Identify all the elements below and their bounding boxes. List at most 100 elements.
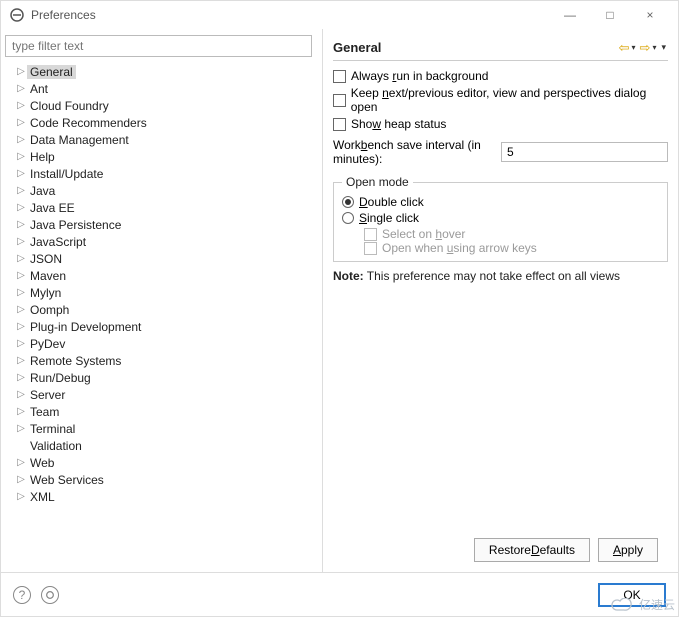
expand-icon[interactable]: ▷ [15,134,27,145]
restore-defaults-button[interactable]: Restore Defaults [474,538,590,562]
tree-item[interactable]: ▷Plug-in Development [7,318,318,335]
expand-icon[interactable]: ▷ [15,219,27,230]
expand-icon[interactable]: ▷ [15,83,27,94]
expand-icon[interactable]: ▷ [15,491,27,502]
run-in-background-checkbox[interactable]: Always run in background [333,69,668,83]
tree-item-label: Help [27,150,58,164]
preference-page: General ⇦ ▾ ⇨ ▾ ▾ Always run in backgrou… [323,29,678,572]
expand-icon[interactable]: ▷ [15,423,27,434]
tree-item-label: Plug-in Development [27,320,144,334]
apply-button[interactable]: Apply [598,538,658,562]
tree-item[interactable]: ▷Terminal [7,420,318,437]
tree-item[interactable]: ▷Maven [7,267,318,284]
forward-icon[interactable]: ⇨ [639,40,652,56]
ok-button[interactable]: OK [598,583,666,607]
tree-item-label: Cloud Foundry [27,99,112,113]
tree-item[interactable]: ▷Java [7,182,318,199]
tree-item-label: Java [27,184,58,198]
keep-dialog-open-checkbox[interactable]: Keep next/previous editor, view and pers… [333,86,668,114]
expand-icon[interactable]: ▷ [15,202,27,213]
tree-item-label: JSON [27,252,65,266]
expand-icon[interactable]: ▷ [15,168,27,179]
minimize-button[interactable]: — [550,1,590,29]
tree-item[interactable]: ▷Java Persistence [7,216,318,233]
tree-item-label: Oomph [27,303,72,317]
forward-menu-icon[interactable]: ▾ [651,43,659,52]
tree-item-label: PyDev [27,337,68,351]
page-title: General [333,40,381,55]
expand-icon[interactable]: ▷ [15,151,27,162]
expand-icon[interactable]: ▷ [15,287,27,298]
titlebar: Preferences — □ × [1,1,678,29]
tree-item[interactable]: ▷XML [7,488,318,505]
tree-item[interactable]: ▷Mylyn [7,284,318,301]
back-icon[interactable]: ⇦ [618,40,631,56]
expand-icon[interactable]: ▷ [15,304,27,315]
double-click-radio[interactable]: Double click [342,195,659,209]
radio-icon [342,212,354,224]
app-icon [9,7,25,23]
open-mode-legend: Open mode [342,175,413,189]
tree-item[interactable]: ▷Code Recommenders [7,114,318,131]
radio-icon [342,196,354,208]
expand-icon[interactable]: ▷ [15,236,27,247]
expand-icon[interactable]: ▷ [15,355,27,366]
expand-icon[interactable]: ▷ [15,185,27,196]
tree-item[interactable]: ▷Server [7,386,318,403]
expand-icon[interactable]: ▷ [15,253,27,264]
expand-icon[interactable]: ▷ [15,372,27,383]
expand-icon[interactable]: ▷ [15,338,27,349]
tree-item[interactable]: ▷Run/Debug [7,369,318,386]
show-heap-checkbox[interactable]: Show heap status [333,117,668,131]
tree-item[interactable]: ▷PyDev [7,335,318,352]
tree-item-label: Install/Update [27,167,106,181]
tree-item-label: Team [27,405,62,419]
tree-item[interactable]: ▷Data Management [7,131,318,148]
expand-icon[interactable]: ▷ [15,457,27,468]
single-click-radio[interactable]: Single click [342,211,659,225]
tree-item[interactable]: ▷JSON [7,250,318,267]
tree-item-label: Web [27,456,57,470]
tree-item-label: Run/Debug [27,371,94,385]
expand-icon[interactable]: ▷ [15,270,27,281]
tree-item[interactable]: ▷Web Services [7,471,318,488]
checkbox-icon [333,70,346,83]
expand-icon[interactable]: ▷ [15,406,27,417]
tree-item[interactable]: ▷Oomph [7,301,318,318]
tree-item-label: JavaScript [27,235,89,249]
tree-item[interactable]: ▷Team [7,403,318,420]
tree-item-label: Terminal [27,422,78,436]
tree-item[interactable]: ▷JavaScript [7,233,318,250]
oomph-icon[interactable] [41,586,59,604]
expand-icon[interactable]: ▷ [15,474,27,485]
tree-item[interactable]: ▷Ant [7,80,318,97]
tree-item-label: Mylyn [27,286,64,300]
view-menu-icon[interactable]: ▾ [659,42,668,53]
preference-tree[interactable]: ▷General▷Ant▷Cloud Foundry▷Code Recommen… [5,61,318,568]
filter-input[interactable] [5,35,312,57]
interval-label: Workbench save interval (in minutes): [333,138,497,166]
help-icon[interactable]: ? [13,586,31,604]
back-menu-icon[interactable]: ▾ [631,43,639,52]
expand-icon[interactable]: ▷ [15,321,27,332]
tree-item[interactable]: ▷Web [7,454,318,471]
window-title: Preferences [31,8,96,22]
tree-item[interactable]: ▷Cloud Foundry [7,97,318,114]
tree-item[interactable]: ▷Validation [7,437,318,454]
tree-item-label: XML [27,490,58,504]
close-button[interactable]: × [630,1,670,29]
tree-item[interactable]: ▷Help [7,148,318,165]
tree-item-label: Validation [27,439,85,453]
tree-item[interactable]: ▷Java EE [7,199,318,216]
expand-icon[interactable]: ▷ [15,100,27,111]
maximize-button[interactable]: □ [590,1,630,29]
tree-item-label: Data Management [27,133,132,147]
tree-item[interactable]: ▷Install/Update [7,165,318,182]
interval-input[interactable] [501,142,668,162]
tree-item[interactable]: ▷General [7,63,318,80]
tree-item-label: Web Services [27,473,107,487]
expand-icon[interactable]: ▷ [15,117,27,128]
tree-item[interactable]: ▷Remote Systems [7,352,318,369]
expand-icon[interactable]: ▷ [15,389,27,400]
expand-icon[interactable]: ▷ [15,66,27,77]
